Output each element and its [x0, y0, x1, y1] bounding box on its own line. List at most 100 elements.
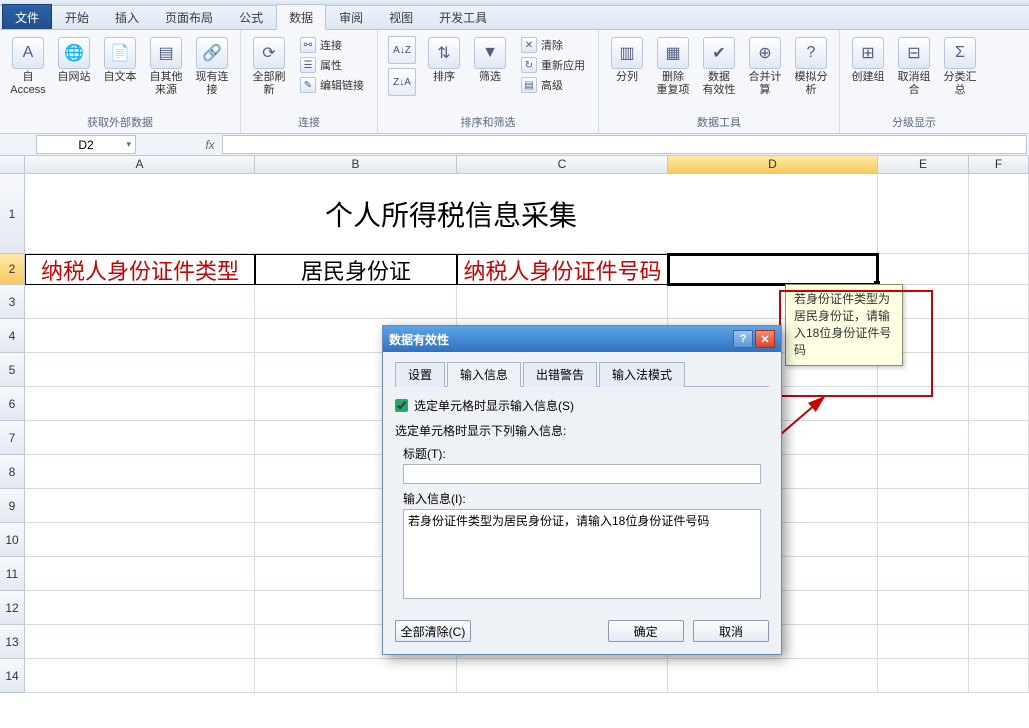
- text-to-columns-button[interactable]: ▥分列: [605, 34, 649, 87]
- fx-label[interactable]: fx: [198, 134, 222, 155]
- col-header-d[interactable]: D: [668, 156, 878, 174]
- message-field-textarea[interactable]: [403, 509, 761, 599]
- cell[interactable]: [878, 625, 969, 659]
- row-header-4[interactable]: 4: [0, 319, 25, 353]
- row-header-11[interactable]: 11: [0, 557, 25, 591]
- col-header-b[interactable]: B: [255, 156, 457, 174]
- cell[interactable]: [25, 659, 255, 693]
- cell[interactable]: [25, 489, 255, 523]
- dialog-tab-error[interactable]: 出错警告: [523, 362, 597, 387]
- cell[interactable]: [969, 523, 1029, 557]
- dialog-help-button[interactable]: ?: [733, 330, 753, 348]
- cell-r2c2[interactable]: 居民身份证: [255, 254, 457, 285]
- show-input-checkbox[interactable]: [395, 399, 408, 412]
- row-header-1[interactable]: 1: [0, 174, 25, 254]
- dialog-close-button[interactable]: ✕: [755, 330, 775, 348]
- dialog-tab-input[interactable]: 输入信息: [447, 362, 521, 387]
- data-validation-button[interactable]: ✔数据 有效性: [697, 34, 741, 100]
- reapply-button[interactable]: ↻重新应用: [518, 56, 588, 74]
- row-header-3[interactable]: 3: [0, 285, 25, 319]
- tab-data[interactable]: 数据: [276, 4, 326, 30]
- row-header-9[interactable]: 9: [0, 489, 25, 523]
- col-header-c[interactable]: C: [457, 156, 668, 174]
- whatif-button[interactable]: ?模拟分析: [789, 34, 833, 100]
- cell[interactable]: [25, 591, 255, 625]
- row-header-5[interactable]: 5: [0, 353, 25, 387]
- cell[interactable]: [255, 285, 457, 319]
- cell[interactable]: [25, 285, 255, 319]
- name-box[interactable]: D2: [36, 135, 136, 154]
- col-header-a[interactable]: A: [25, 156, 255, 174]
- merged-title-cell[interactable]: 个人所得税信息采集: [25, 174, 878, 254]
- subtotal-button[interactable]: Σ分类汇总: [938, 34, 982, 100]
- tab-dev[interactable]: 开发工具: [426, 4, 500, 29]
- col-header-f[interactable]: F: [969, 156, 1029, 174]
- tab-review[interactable]: 审阅: [326, 4, 376, 29]
- row-header-12[interactable]: 12: [0, 591, 25, 625]
- cell-r2c1[interactable]: 纳税人身份证件类型: [25, 254, 255, 285]
- cell[interactable]: [969, 353, 1029, 387]
- clear-all-button[interactable]: 全部清除(C): [395, 620, 471, 642]
- cell[interactable]: [25, 557, 255, 591]
- tab-insert[interactable]: 插入: [102, 4, 152, 29]
- tab-home[interactable]: 开始: [52, 4, 102, 29]
- ok-button[interactable]: 确定: [608, 620, 684, 642]
- cell[interactable]: [969, 254, 1029, 285]
- cell[interactable]: [878, 387, 969, 421]
- dialog-tab-settings[interactable]: 设置: [395, 362, 445, 387]
- sort-asc-button[interactable]: A↓Z: [388, 36, 416, 64]
- from-access-button[interactable]: A自 Access: [6, 34, 50, 100]
- cell[interactable]: [969, 557, 1029, 591]
- advanced-filter-button[interactable]: ▤高级: [518, 76, 588, 94]
- filter-button[interactable]: ▼筛选: [468, 34, 512, 87]
- cell[interactable]: [25, 625, 255, 659]
- tab-formula[interactable]: 公式: [226, 4, 276, 29]
- col-header-e[interactable]: E: [878, 156, 969, 174]
- cell[interactable]: [878, 557, 969, 591]
- select-all-corner[interactable]: [0, 156, 25, 174]
- cell[interactable]: [25, 523, 255, 557]
- cell[interactable]: [878, 421, 969, 455]
- cell[interactable]: [878, 455, 969, 489]
- from-text-button[interactable]: 📄自文本: [98, 34, 142, 87]
- row-header-14[interactable]: 14: [0, 659, 25, 693]
- cell[interactable]: [969, 174, 1029, 254]
- row-header-7[interactable]: 7: [0, 421, 25, 455]
- cell[interactable]: [969, 625, 1029, 659]
- edit-links-button[interactable]: ✎编辑链接: [297, 76, 367, 94]
- row-header-2[interactable]: 2: [0, 254, 25, 285]
- remove-dup-button[interactable]: ▦删除 重复项: [651, 34, 695, 100]
- title-field-input[interactable]: [403, 464, 761, 484]
- cancel-button[interactable]: 取消: [693, 620, 769, 642]
- ungroup-button[interactable]: ⊟取消组合: [892, 34, 936, 100]
- cell[interactable]: [878, 174, 969, 254]
- cell-d2-selected[interactable]: [668, 254, 878, 285]
- cell[interactable]: [969, 387, 1029, 421]
- consolidate-button[interactable]: ⊕合并计算: [743, 34, 787, 100]
- tab-layout[interactable]: 页面布局: [152, 4, 226, 29]
- cell[interactable]: [25, 421, 255, 455]
- cell[interactable]: [969, 319, 1029, 353]
- cell[interactable]: [255, 659, 457, 693]
- cell[interactable]: [969, 489, 1029, 523]
- formula-bar[interactable]: [222, 135, 1027, 154]
- cell[interactable]: [25, 455, 255, 489]
- cell[interactable]: [969, 421, 1029, 455]
- cell[interactable]: [25, 387, 255, 421]
- sort-desc-button[interactable]: Z↓A: [388, 68, 416, 96]
- cell[interactable]: [25, 353, 255, 387]
- dialog-titlebar[interactable]: 数据有效性 ? ✕: [383, 326, 781, 352]
- cell[interactable]: [25, 319, 255, 353]
- cell-r2c3[interactable]: 纳税人身份证件号码: [457, 254, 668, 285]
- cell[interactable]: [878, 659, 969, 693]
- row-header-8[interactable]: 8: [0, 455, 25, 489]
- cell[interactable]: [457, 285, 668, 319]
- cell[interactable]: [969, 659, 1029, 693]
- row-header-13[interactable]: 13: [0, 625, 25, 659]
- cell[interactable]: [878, 523, 969, 557]
- cell[interactable]: [969, 455, 1029, 489]
- cell[interactable]: [878, 489, 969, 523]
- cell[interactable]: [878, 591, 969, 625]
- from-other-button[interactable]: ▤自其他来源: [144, 34, 188, 100]
- dialog-tab-ime[interactable]: 输入法模式: [599, 362, 685, 387]
